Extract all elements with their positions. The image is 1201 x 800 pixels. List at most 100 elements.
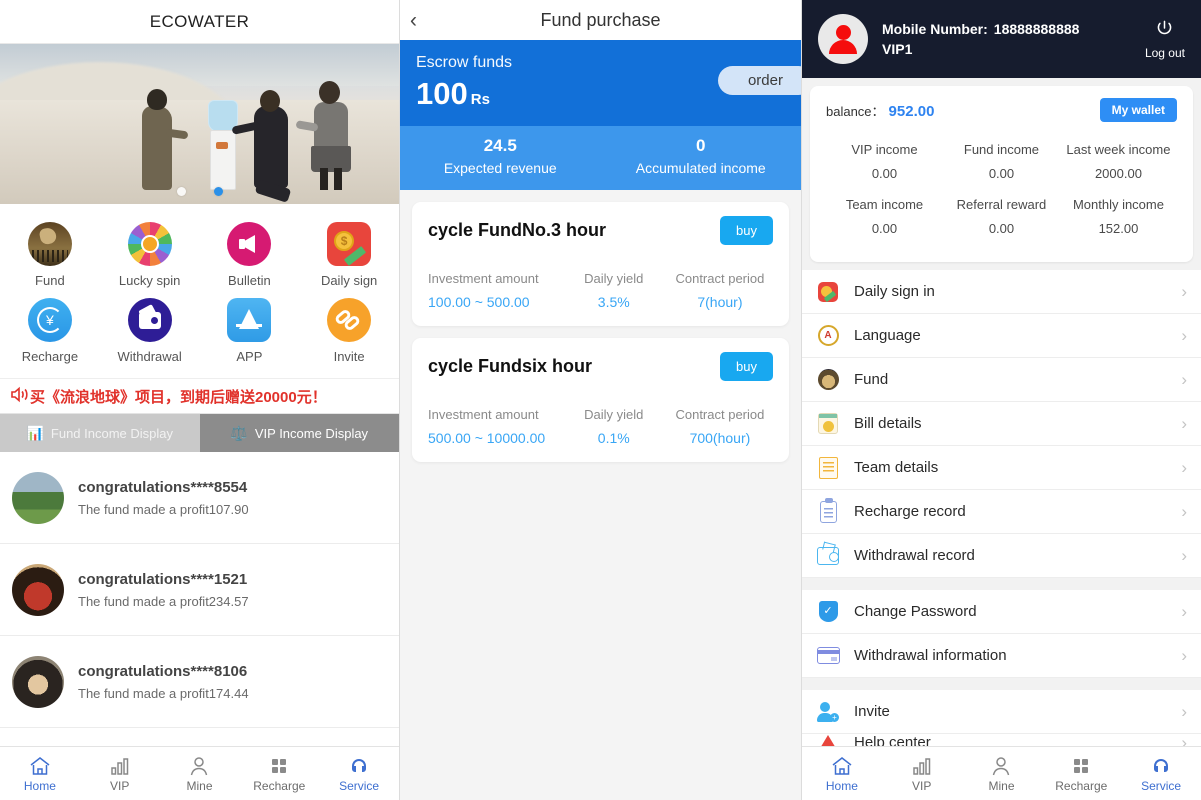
quick-nav-fund[interactable]: Fund <box>0 216 100 292</box>
congrat-subtitle: The fund made a profit174.44 <box>78 685 249 701</box>
quick-nav-invite[interactable]: Invite <box>299 292 399 368</box>
menu-item-withdrawal-information-label: Withdrawal information <box>854 647 1007 664</box>
menu-item-team-details[interactable]: Team details › <box>802 446 1201 490</box>
quick-nav-withdrawal[interactable]: Withdrawal <box>100 292 200 368</box>
fund-contract-period: Contract period 7(hour) <box>667 271 773 310</box>
fund-card[interactable]: cycle FundNo.3 hour buy Investment amoun… <box>412 202 789 326</box>
mobile-number-label: Mobile Number: <box>882 21 988 37</box>
list-item[interactable]: congratulations****8106 The fund made a … <box>0 636 399 728</box>
tabbar-item-recharge[interactable]: Recharge <box>239 754 319 793</box>
escrow-amount-value: 100 <box>416 76 468 111</box>
menu-item-language[interactable]: Language › <box>802 314 1201 358</box>
income-team-value: 0.00 <box>871 221 898 236</box>
carousel-dot-1[interactable] <box>176 187 186 196</box>
chevron-right-icon: › <box>1181 645 1187 665</box>
home-icon <box>29 754 51 776</box>
tabbar-item-service[interactable]: Service <box>319 754 399 793</box>
carousel-dots[interactable] <box>0 187 399 196</box>
home-icon <box>831 754 853 776</box>
coin-pen-icon <box>327 222 372 266</box>
menu-item-invite[interactable]: + Invite › <box>802 690 1201 734</box>
quick-nav-app[interactable]: APP <box>200 292 300 368</box>
income-monthly-key: Monthly income <box>1072 197 1164 212</box>
tabbar-item-vip[interactable]: VIP <box>882 754 962 793</box>
person-icon <box>188 754 210 776</box>
quick-nav-fund-label: Fund <box>35 273 65 288</box>
list-item[interactable]: congratulations****8554 The fund made a … <box>0 452 399 544</box>
menu-item-change-password[interactable]: Change Password › <box>802 590 1201 634</box>
quick-nav-lucky-spin[interactable]: Lucky spin <box>100 216 200 292</box>
fund-card[interactable]: cycle Fundsix hour buy Investment amount… <box>412 338 789 462</box>
menu-item-daily-sign-in-label: Daily sign in <box>854 283 935 300</box>
notice-marquee[interactable]: 买《流浪地球》项目，到期后赠送20000元！ <box>0 378 399 414</box>
income-team: Team income 0.00 <box>826 191 943 246</box>
stat-accumulated-income-label: Accumulated income <box>635 160 766 176</box>
stat-expected-revenue-label: Expected revenue <box>443 160 557 176</box>
scales-icon: ⚖️ <box>230 424 248 441</box>
my-wallet-button[interactable]: My wallet <box>1099 98 1177 122</box>
bar-chart-icon: 📊 <box>26 424 44 441</box>
tabbar-item-vip[interactable]: VIP <box>80 754 160 793</box>
list-item[interactable]: congratulations****1521 The fund made a … <box>0 544 399 636</box>
menu-item-daily-sign-in[interactable]: Daily sign in › <box>802 270 1201 314</box>
logout-button[interactable]: Log out <box>1145 19 1185 60</box>
income-vip: VIP income 0.00 <box>826 136 943 191</box>
mine-scroll-area[interactable]: balance： 952.00 My wallet VIP income 0.00… <box>802 78 1201 800</box>
income-last-week: Last week income 2000.00 <box>1060 136 1177 191</box>
tabbar-item-mine-label: Mine <box>988 779 1015 793</box>
stat-accumulated-income: 0 Accumulated income <box>601 136 802 176</box>
tabbar-item-mine[interactable]: Mine <box>962 754 1042 793</box>
page-title: ECOWATER <box>149 11 250 31</box>
menu-item-fund-label: Fund <box>854 371 889 388</box>
income-monthly-value: 152.00 <box>1098 221 1139 236</box>
income-referral-key: Referral reward <box>956 197 1047 212</box>
tabbar-item-recharge-label: Recharge <box>253 779 306 793</box>
congratulations-list: congratulations****8554 The fund made a … <box>0 452 399 728</box>
carousel-dot-2[interactable] <box>213 187 223 196</box>
tab-fund-income-display[interactable]: 📊 Fund Income Display <box>0 414 200 452</box>
chevron-left-icon[interactable]: ‹ <box>410 10 417 31</box>
menu-item-recharge-record[interactable]: Recharge record › <box>802 490 1201 534</box>
menu-divider <box>802 678 1201 690</box>
quick-nav-bulletin[interactable]: Bulletin <box>200 216 300 292</box>
chevron-right-icon: › <box>1181 413 1187 433</box>
menu-item-bill-details[interactable]: Bill details › <box>802 402 1201 446</box>
tabbar-item-mine[interactable]: Mine <box>160 754 240 793</box>
tabbar-item-service[interactable]: Service <box>1121 754 1201 793</box>
fund-period-value: 7(hour) <box>697 294 743 310</box>
menu-item-withdrawal-information[interactable]: Withdrawal information › <box>802 634 1201 678</box>
menu-item-fund[interactable]: Fund › <box>802 358 1201 402</box>
bottom-tabbar-left: Home VIP Mine Recharge Service <box>0 746 399 800</box>
mobile-number-value: 18888888888 <box>993 21 1080 37</box>
chevron-right-icon: › <box>1181 281 1187 301</box>
page-title: Fund purchase <box>540 9 661 30</box>
menu-item-withdrawal-record[interactable]: Withdrawal record › <box>802 534 1201 578</box>
notice-text: 买《流浪地球》项目，到期后赠送20000元！ <box>30 388 327 406</box>
quick-nav-daily-sign[interactable]: Daily sign <box>299 216 399 292</box>
quick-nav-recharge[interactable]: ¥ Recharge <box>0 292 100 368</box>
avatar[interactable] <box>818 14 868 64</box>
stat-expected-revenue: 24.5 Expected revenue <box>400 136 601 176</box>
tabbar-item-recharge[interactable]: Recharge <box>1041 754 1121 793</box>
tabbar-item-home-label: Home <box>825 779 858 793</box>
fund-daily-yield: Daily yield 3.5% <box>561 271 667 310</box>
fund-card-name: cycle Fundsix hour <box>428 356 593 376</box>
headset-icon <box>1150 754 1172 776</box>
tabbar-item-vip-label: VIP <box>110 779 130 793</box>
tabbar-item-home[interactable]: Home <box>802 754 882 793</box>
tab-vip-income-display[interactable]: ⚖️ VIP Income Display <box>199 414 399 452</box>
buy-button[interactable]: buy <box>720 352 773 381</box>
income-team-key: Team income <box>845 197 924 212</box>
income-vip-key: VIP income <box>851 142 918 157</box>
chevron-right-icon: › <box>1181 545 1187 565</box>
hero-banner-carousel[interactable] <box>0 44 399 204</box>
order-button[interactable]: order <box>717 66 801 95</box>
quick-nav-app-label: APP <box>236 349 263 364</box>
menu-item-language-label: Language <box>854 327 921 344</box>
buy-button[interactable]: buy <box>720 216 773 245</box>
chevron-right-icon: › <box>1181 325 1187 345</box>
fund-investment-value: 500.00 ~ 10000.00 <box>428 430 546 446</box>
tabbar-item-home[interactable]: Home <box>0 754 80 793</box>
balance-label: balance： <box>826 103 885 119</box>
middle-panel-fund-purchase: ‹ Fund purchase Escrow funds 100 Rs order… <box>400 0 802 800</box>
